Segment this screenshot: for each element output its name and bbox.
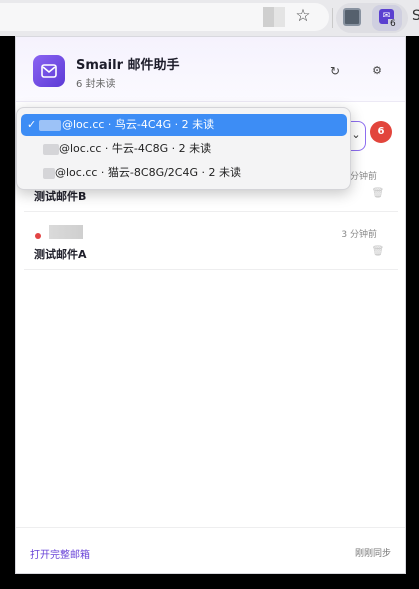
account-dropdown-menu: ✓ @loc.cc · 鸟云-4C4G · 2 未读 @loc.cc · 牛云-… — [16, 107, 351, 190]
mail-time: 3 分钟前 — [341, 230, 377, 240]
account-option[interactable]: @loc.cc · 牛云-4C8G · 2 未读 — [21, 138, 347, 160]
header-divider — [16, 101, 405, 102]
toolbar-divider — [332, 8, 333, 28]
star-icon[interactable]: ☆ — [293, 6, 313, 26]
account-option[interactable]: @loc.cc · 猫云-8C8G/2C4G · 2 未读 — [21, 162, 347, 184]
blurred-username — [39, 120, 61, 131]
blurred-username — [43, 168, 55, 179]
popup-header: Smailr 邮件助手 6 封未读 ↻ ⚙ — [16, 37, 405, 101]
blurred-site-icon — [263, 7, 285, 27]
chevron-down-icon[interactable]: ⌄ — [349, 125, 363, 145]
account-option-label: @loc.cc · 猫云-8C8G/2C4G · 2 未读 — [55, 166, 241, 179]
sender-name-blurred — [49, 225, 83, 239]
account-option[interactable]: ✓ @loc.cc · 鸟云-4C4G · 2 未读 — [21, 114, 347, 136]
account-option-label: @loc.cc · 牛云-4C8G · 2 未读 — [59, 142, 212, 155]
app-title: Smailr 邮件助手 — [76, 58, 180, 73]
overflow-text: S — [412, 8, 419, 24]
smailr-extension-button[interactable]: ✉ 6 — [372, 5, 402, 31]
refresh-icon[interactable]: ↻ — [325, 61, 345, 81]
trash-icon[interactable]: 🗑 — [371, 245, 385, 259]
extension-icon[interactable] — [343, 8, 361, 26]
open-full-mailbox-link[interactable]: 打开完整邮箱 — [30, 546, 90, 561]
browser-toolbar: ☆ ✉ 6 S — [0, 0, 419, 36]
mail-time: 分钟前 — [349, 172, 377, 182]
mail-subject: 测试邮件A — [34, 248, 87, 261]
popup-footer: 打开完整邮箱 刚刚同步 — [16, 527, 405, 573]
mail-list-item[interactable]: 3 分钟前 测试邮件A 🗑 — [24, 215, 398, 270]
unread-dot-icon — [35, 233, 41, 239]
gear-icon[interactable]: ⚙ — [367, 61, 387, 81]
checkmark-icon: ✓ — [27, 118, 37, 131]
mail-subject: 测试邮件B — [34, 190, 87, 203]
unread-badge: 6 — [370, 121, 392, 143]
trash-icon[interactable]: 🗑 — [371, 187, 385, 201]
mail-logo-icon — [33, 55, 65, 87]
extension-badge: 6 — [388, 19, 398, 29]
sync-status: 刚刚同步 — [354, 549, 391, 559]
unread-summary: 6 封未读 — [76, 79, 116, 90]
blurred-username — [43, 144, 59, 155]
account-option-label: @loc.cc · 鸟云-4C4G · 2 未读 — [62, 118, 215, 131]
